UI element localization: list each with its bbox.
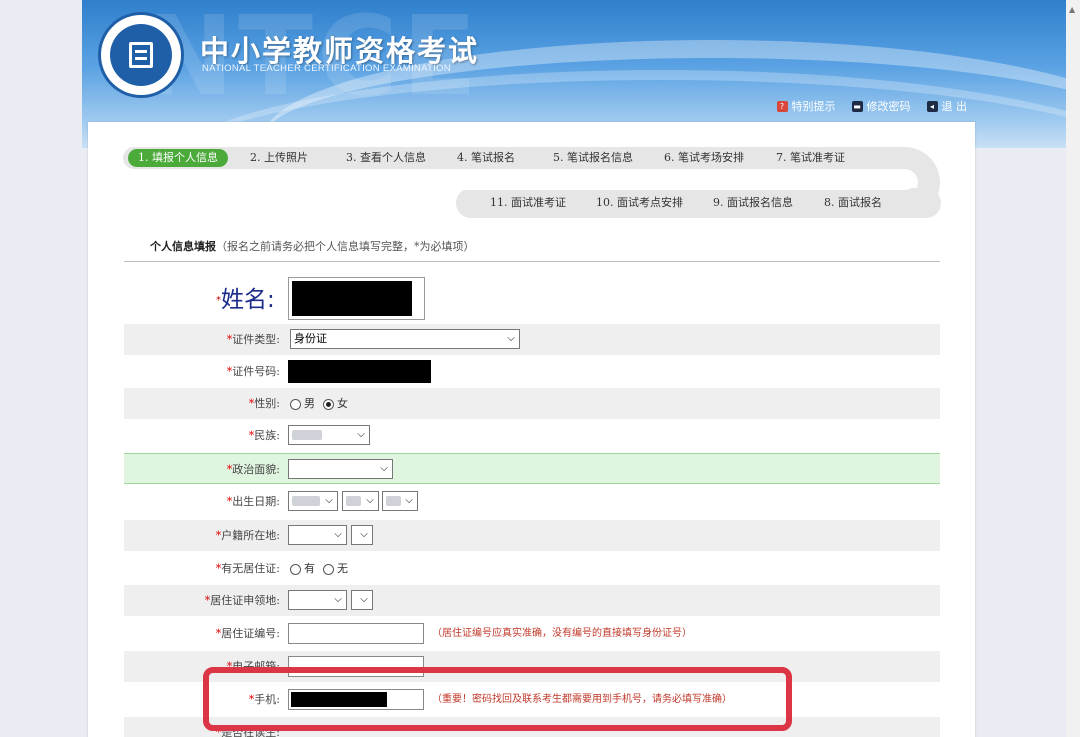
gender-female-radio[interactable] [323,398,334,410]
special-notice-link[interactable]: ? 特别提示 [776,98,836,114]
form-row-hukou: *户籍所在地: ⌵ ⌵ [124,520,940,551]
key-icon: ▬ [851,100,863,112]
form-row-residence: *有无居住证: 有 无 [124,553,940,584]
form-row-id-type: *证件类型: 身份证 ⌵ [124,324,940,355]
form-row-politics: *政治面貌: ⌵ [124,453,940,484]
section-title: 个人信息填报（报名之前请务必把个人信息填写完整，*为必填项） [150,240,475,253]
chevron-down-icon: ⌵ [334,594,342,605]
id-number-input[interactable] [288,360,431,383]
book-icon [129,42,153,68]
permit-number-hint: （居住证编号应真实准确，没有编号的直接填写身份证号） [432,628,692,639]
ethnicity-select[interactable]: ⌵ [288,425,370,445]
question-icon: ? [776,100,788,112]
step-written-admission[interactable]: 7. 笔试准考证 [776,149,845,167]
redaction [292,281,412,316]
chevron-down-icon: ⌵ [405,495,413,506]
phone-highlight-box [203,667,792,731]
politics-select[interactable]: ⌵ [288,459,393,479]
residence-yes-radio[interactable] [290,563,301,575]
residence-no-radio[interactable] [323,563,334,575]
logout-link[interactable]: ◂ 退 出 [926,98,967,114]
chevron-down-icon: ⌵ [334,529,342,540]
exit-icon: ◂ [926,100,938,112]
chevron-down-icon: ⌵ [360,529,368,540]
step-written-room[interactable]: 6. 笔试考场安排 [664,149,744,167]
gender-male-radio[interactable] [290,398,301,410]
site-subtitle: NATIONAL TEACHER CERTIFICATION EXAMINATI… [202,63,451,74]
name-label: *姓名: [216,287,275,313]
scroll-up-icon[interactable]: ▲ [1069,5,1075,14]
form-row-id-number: *证件号码: [124,356,940,387]
chevron-down-icon: ⌵ [380,463,388,474]
step-interview-site[interactable]: 10. 面试考点安排 [596,194,683,212]
step-written-register-info[interactable]: 5. 笔试报名信息 [553,149,633,167]
chevron-down-icon: ⌵ [357,429,365,440]
step-interview-register-info[interactable]: 9. 面试报名信息 [713,194,793,212]
chevron-down-icon: ⌵ [325,495,333,506]
ntce-logo [98,12,184,98]
header-links: ? 特别提示 ▬ 修改密码 ◂ 退 出 [776,98,967,114]
step-view-info[interactable]: 3. 查看个人信息 [346,149,426,167]
step-interview-register[interactable]: 8. 面试报名 [824,194,882,212]
form-row-permit-number: *居住证编号: （居住证编号应真实准确，没有编号的直接填写身份证号） [124,618,940,649]
form-row-birth: *出生日期: ⌵ ⌵ ⌵ [124,486,940,517]
gender-radio-group: 男 女 [290,388,348,419]
step-upload-photo[interactable]: 2. 上传照片 [250,149,308,167]
permit-number-input[interactable] [288,623,424,644]
birth-day-select[interactable]: ⌵ [382,491,418,511]
step-interview-admission[interactable]: 11. 面试准考证 [490,194,566,212]
form-row-ethnicity: *民族: ⌵ [124,420,940,451]
chevron-down-icon: ⌵ [507,333,515,344]
id-type-select[interactable]: 身份证 ⌵ [290,329,520,349]
permit-province-select[interactable]: ⌵ [288,590,347,610]
birth-year-select[interactable]: ⌵ [288,491,338,511]
step-written-register[interactable]: 4. 笔试报名 [457,149,515,167]
change-password-link[interactable]: ▬ 修改密码 [851,98,911,114]
content-panel: 1. 填报个人信息 2. 上传照片 3. 查看个人信息 4. 笔试报名 5. 笔… [88,122,975,737]
hukou-province-select[interactable]: ⌵ [288,525,347,545]
chevron-down-icon: ⌵ [360,594,368,605]
permit-city-select[interactable]: ⌵ [351,590,373,610]
chevron-down-icon: ⌵ [366,495,374,506]
step-fill-info[interactable]: 1. 填报个人信息 [128,149,228,167]
name-input[interactable] [288,277,425,320]
form-row-gender: *性别: 男 女 [124,388,940,419]
scrollbar[interactable]: ▲ [1066,0,1080,737]
divider [124,261,940,262]
residence-radio-group: 有 无 [290,553,348,584]
hukou-city-select[interactable]: ⌵ [351,525,373,545]
birth-month-select[interactable]: ⌵ [342,491,379,511]
form-row-permit-place: *居住证申领地: ⌵ ⌵ [124,585,940,616]
